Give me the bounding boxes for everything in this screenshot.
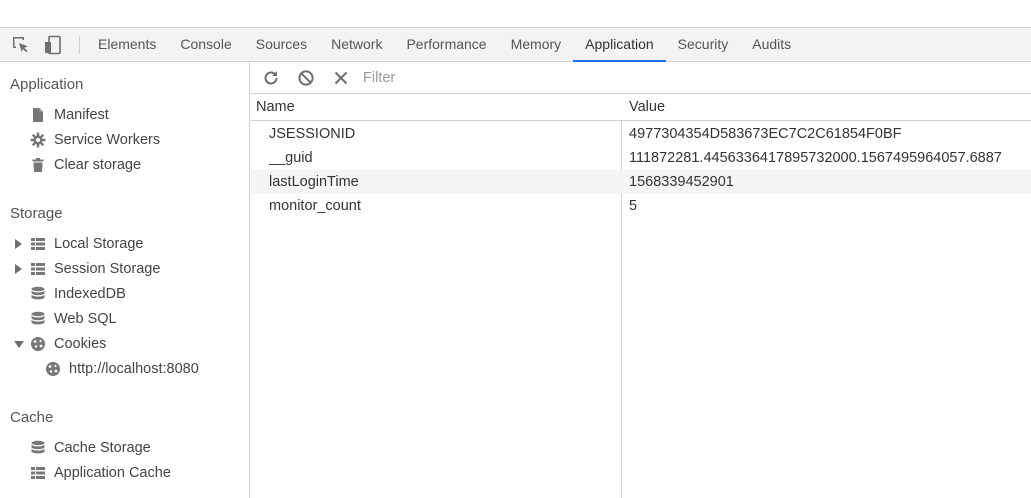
cookie-value: 4977304354D583673EC7C2C61854F0BF xyxy=(629,126,902,142)
database-icon xyxy=(30,311,46,327)
close-icon[interactable] xyxy=(332,69,350,87)
column-header-value[interactable]: Value xyxy=(629,94,665,121)
table-row[interactable]: lastLoginTime 1568339452901 xyxy=(251,170,1031,194)
table-row[interactable]: __guid 111872281.4456336417895732000.156… xyxy=(251,146,1031,170)
tab-network[interactable]: Network xyxy=(319,28,394,62)
cookie-name: JSESSIONID xyxy=(269,126,356,142)
document-icon xyxy=(30,107,46,123)
refresh-icon[interactable] xyxy=(262,69,280,87)
cookie-value: 5 xyxy=(629,198,638,214)
sidebar-item-label: Cookies xyxy=(54,336,107,352)
cookie-icon xyxy=(45,361,61,377)
sidebar-item-label: Application Cache xyxy=(54,465,171,481)
sidebar-item-label: Manifest xyxy=(54,107,109,123)
application-sidebar: Application Manifest Service Workers Cle… xyxy=(0,62,250,498)
cookie-toolbar xyxy=(251,62,1031,94)
cookie-name: monitor_count xyxy=(269,198,361,214)
section-title-cache: Cache xyxy=(10,409,54,426)
tab-application[interactable]: Application xyxy=(573,28,666,62)
collapse-arrow-icon[interactable] xyxy=(14,341,24,348)
tab-sources[interactable]: Sources xyxy=(244,28,319,62)
section-title-application: Application xyxy=(10,76,84,93)
sidebar-item-label: Service Workers xyxy=(54,132,161,148)
toolbar-divider xyxy=(79,36,80,54)
device-toolbar-icon[interactable] xyxy=(44,35,64,55)
sidebar-item-label: Web SQL xyxy=(54,311,117,327)
sidebar-item-label: http://localhost:8080 xyxy=(69,361,199,377)
database-icon xyxy=(30,440,46,456)
devtools-tab-bar: Elements Console Sources Network Perform… xyxy=(0,27,1031,62)
expand-arrow-icon[interactable] xyxy=(15,239,22,249)
sidebar-item-label: IndexedDB xyxy=(54,286,126,302)
table-header: Name Value xyxy=(251,94,1031,121)
gear-icon xyxy=(30,132,46,148)
cookie-name: __guid xyxy=(269,150,313,166)
trash-icon xyxy=(30,157,46,173)
section-title-storage: Storage xyxy=(10,205,63,222)
sidebar-item-label: Cache Storage xyxy=(54,440,151,456)
table-row[interactable]: JSESSIONID 4977304354D583673EC7C2C61854F… xyxy=(251,122,1031,146)
tab-security[interactable]: Security xyxy=(666,28,741,62)
cookie-icon xyxy=(30,336,46,352)
tab-audits[interactable]: Audits xyxy=(740,28,803,62)
grid-icon xyxy=(30,236,46,252)
tab-performance[interactable]: Performance xyxy=(394,28,498,62)
tab-memory[interactable]: Memory xyxy=(499,28,574,62)
grid-icon xyxy=(30,261,46,277)
block-icon[interactable] xyxy=(297,69,315,87)
sidebar-item-label: Session Storage xyxy=(54,261,161,277)
expand-arrow-icon[interactable] xyxy=(15,264,22,274)
cookie-value: 111872281.4456336417895732000.1567495964… xyxy=(629,150,1002,166)
database-icon xyxy=(30,286,46,302)
column-header-name[interactable]: Name xyxy=(256,94,295,121)
filter-input[interactable] xyxy=(363,67,663,89)
panel-tabs: Elements Console Sources Network Perform… xyxy=(86,28,803,62)
cookie-table: Name Value JSESSIONID 4977304354D583673E… xyxy=(251,94,1031,498)
tab-console[interactable]: Console xyxy=(168,28,243,62)
table-row[interactable]: monitor_count 5 xyxy=(251,194,1031,218)
tab-elements[interactable]: Elements xyxy=(86,28,168,62)
cookie-name: lastLoginTime xyxy=(269,174,359,190)
sidebar-item-label: Local Storage xyxy=(54,236,144,252)
grid-icon xyxy=(30,465,46,481)
sidebar-item-label: Clear storage xyxy=(54,157,142,173)
cookie-value: 1568339452901 xyxy=(629,174,734,190)
inspect-element-icon[interactable] xyxy=(11,35,31,55)
